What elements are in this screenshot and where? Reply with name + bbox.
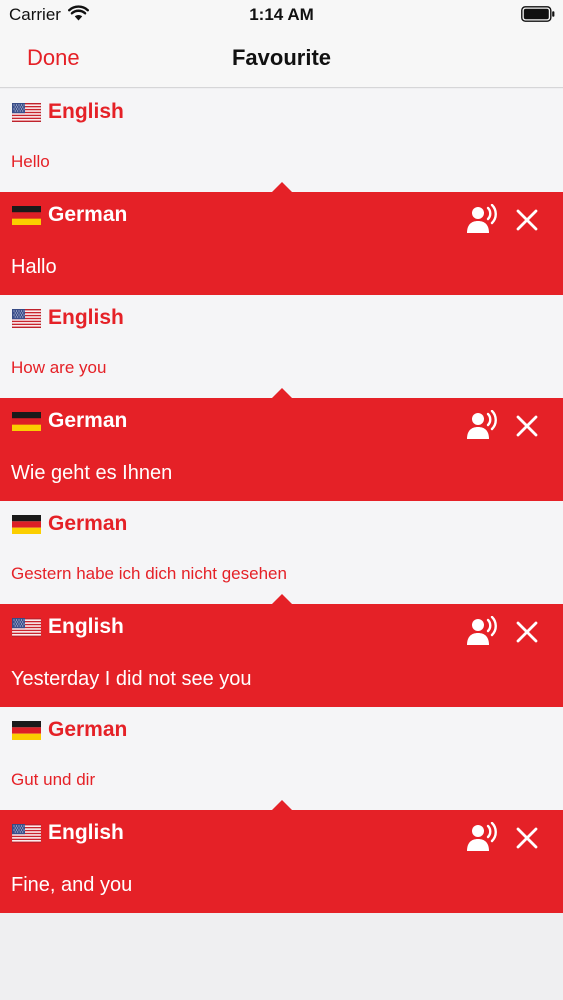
de-flag-icon bbox=[12, 721, 41, 740]
battery-icon bbox=[521, 6, 555, 22]
us-flag-icon bbox=[12, 103, 41, 122]
source-row[interactable]: English Hello bbox=[0, 89, 563, 192]
pointer-arrow bbox=[271, 388, 293, 399]
page-title: Favourite bbox=[231, 45, 332, 70]
us-flag-icon bbox=[12, 618, 41, 637]
source-row[interactable]: German Gut und dir bbox=[0, 707, 563, 810]
de-flag-icon bbox=[12, 206, 41, 225]
translation-row[interactable]: German Wie geht es Ihnen bbox=[0, 388, 563, 501]
source-row[interactable]: German Gestern habe ich dich nicht gesehe… bbox=[0, 501, 563, 604]
phrase-text: Wie geht es Ihnen bbox=[11, 462, 173, 484]
status-bar: Carrier 1:14 AM bbox=[0, 0, 563, 30]
speak-icon[interactable] bbox=[466, 204, 500, 234]
pointer-arrow bbox=[271, 594, 293, 605]
speak-icon[interactable] bbox=[466, 616, 500, 646]
close-icon[interactable] bbox=[512, 205, 542, 235]
phrase-text: Hello bbox=[11, 152, 50, 171]
us-flag-icon bbox=[12, 824, 41, 843]
speak-icon[interactable] bbox=[466, 822, 500, 852]
phrase-text: How are you bbox=[11, 358, 107, 377]
favourites-list: English Hello German Hallo English How are yo… bbox=[0, 89, 563, 913]
close-icon[interactable] bbox=[512, 823, 542, 853]
phrase-text: Fine, and you bbox=[11, 874, 133, 896]
language-label: English bbox=[48, 821, 124, 844]
language-label: English bbox=[48, 306, 124, 329]
language-label: English bbox=[48, 615, 124, 638]
source-row[interactable]: English How are you bbox=[0, 295, 563, 398]
translation-row[interactable]: English Yesterday I did not see you bbox=[0, 594, 563, 707]
language-label: German bbox=[48, 512, 128, 535]
translation-row[interactable]: English Fine, and you bbox=[0, 800, 563, 913]
language-label: German bbox=[48, 409, 128, 432]
phrase-text: Hallo bbox=[11, 256, 57, 278]
language-label: German bbox=[48, 718, 128, 741]
translation-row[interactable]: German Hallo bbox=[0, 182, 563, 295]
navigation-bar: Done Favourite bbox=[0, 30, 563, 88]
language-label: German bbox=[48, 203, 128, 226]
close-icon[interactable] bbox=[512, 411, 542, 441]
pointer-arrow bbox=[271, 182, 293, 193]
phrase-text: Gestern habe ich dich nicht gesehen bbox=[11, 564, 287, 583]
de-flag-icon bbox=[12, 412, 41, 431]
close-icon[interactable] bbox=[512, 617, 542, 647]
pointer-arrow bbox=[271, 800, 293, 811]
language-label: English bbox=[48, 100, 124, 123]
us-flag-icon bbox=[12, 309, 41, 328]
status-time: 1:14 AM bbox=[249, 5, 314, 24]
speak-icon[interactable] bbox=[466, 410, 500, 440]
de-flag-icon bbox=[12, 515, 41, 534]
phrase-text: Yesterday I did not see you bbox=[11, 668, 252, 690]
phrase-text: Gut und dir bbox=[11, 770, 96, 789]
